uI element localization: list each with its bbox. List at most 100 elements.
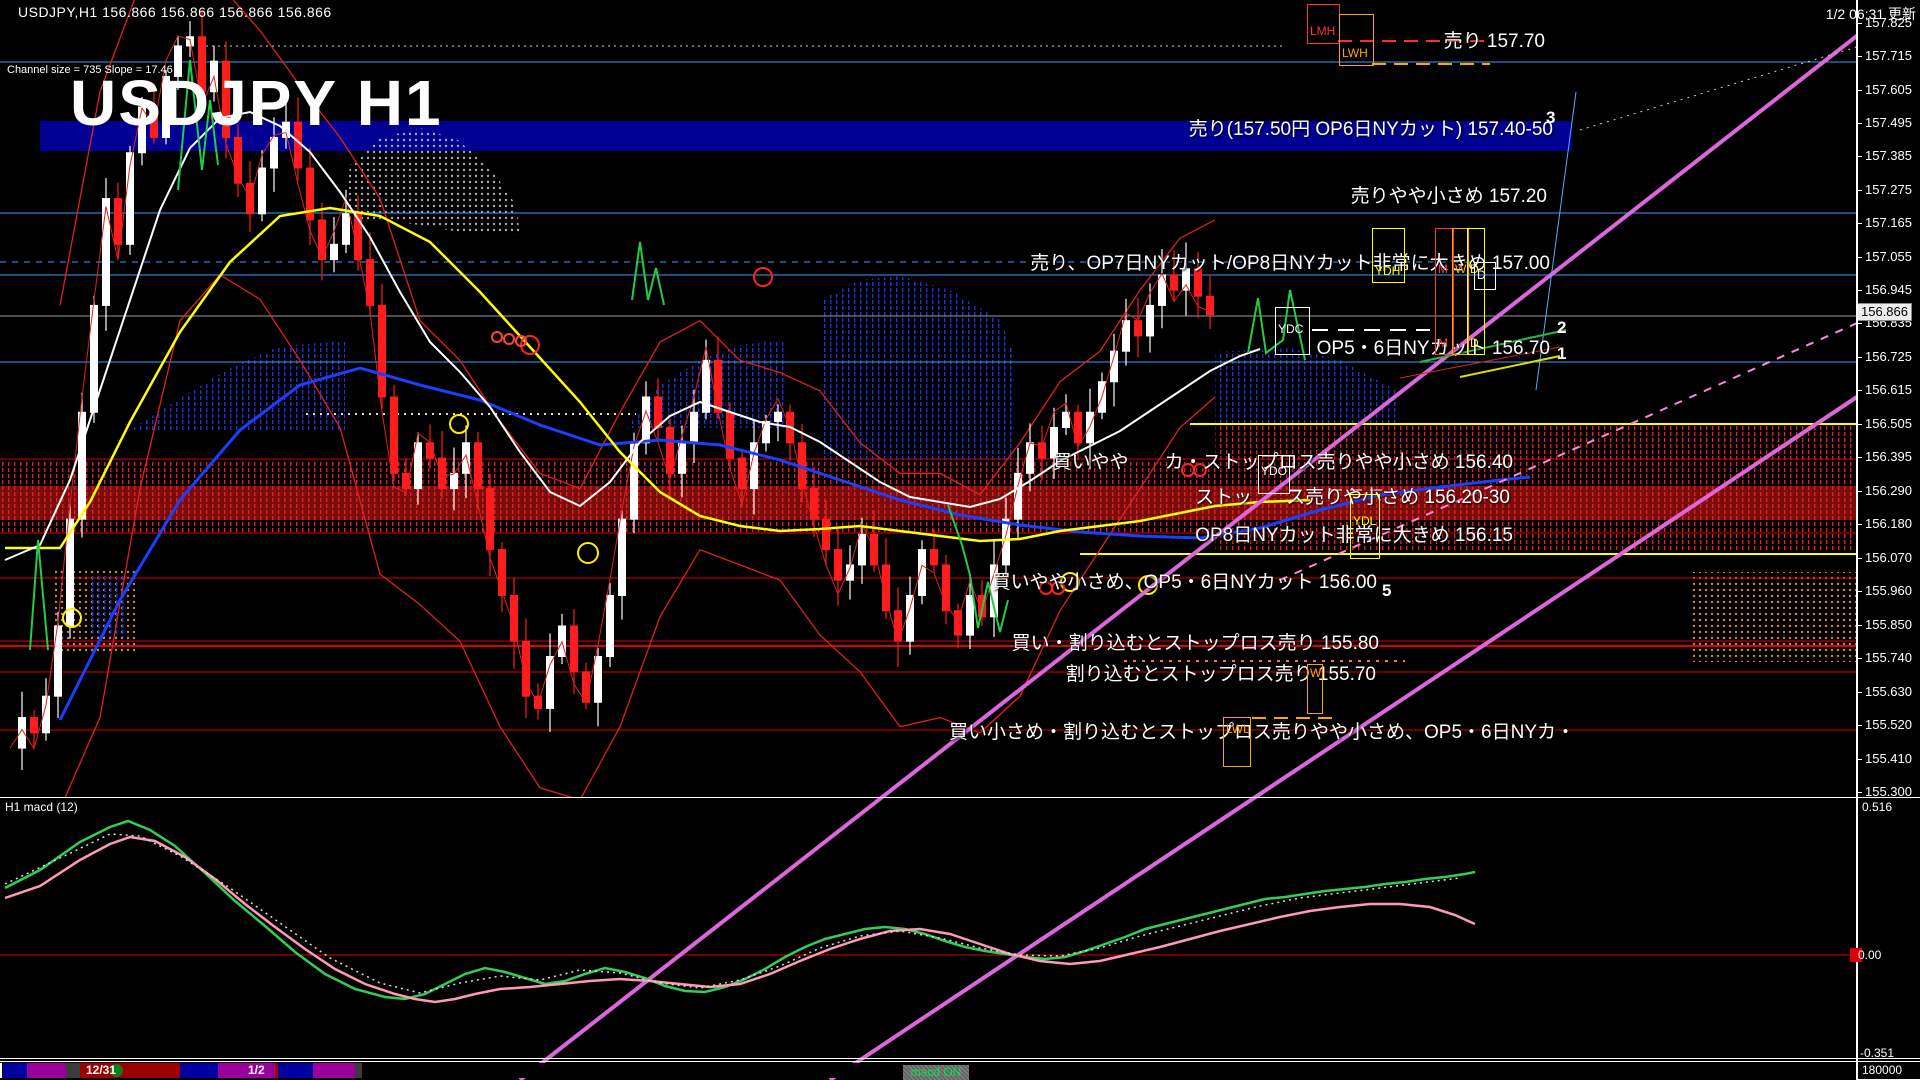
annotation-8: 買いやや小さめ、OP5・6日NYカット 156.00: [992, 567, 1377, 594]
candle-body: [1135, 321, 1142, 336]
candle-body: [343, 214, 350, 245]
candle-body: [475, 443, 482, 489]
timeline-segment[interactable]: [278, 1063, 313, 1078]
axis-label: 155.520: [1856, 717, 1912, 732]
candle-body: [31, 718, 38, 733]
axis-border: [1856, 0, 1858, 1080]
timeline-segment[interactable]: [180, 1063, 218, 1078]
annotation-text: ストッ: [1195, 487, 1252, 508]
timeline-segment[interactable]: [66, 1063, 80, 1078]
axis-label: 157.715: [1856, 48, 1912, 63]
axis-label: 156.615: [1856, 382, 1912, 397]
candle-body: [1087, 412, 1094, 443]
candle-body: [907, 595, 914, 641]
candle-body: [1207, 296, 1214, 314]
watermark: USDJPY H1: [70, 66, 443, 140]
axis-label: 155.740: [1856, 650, 1912, 665]
annotation-text: 買い・割り込むとストップロス売り 155.80: [1012, 633, 1379, 654]
timeline-segment[interactable]: [313, 1063, 355, 1078]
macd-zero-value: 0.00: [1858, 948, 1881, 962]
date-label: 12/31: [86, 1063, 116, 1078]
axis-label: 157.165: [1856, 215, 1912, 230]
timeline-segment[interactable]: [27, 1063, 66, 1078]
sequence-label: 2: [1557, 318, 1566, 338]
annotation-text: OP5・6日NYカット 156.70: [1317, 338, 1550, 359]
candle-body: [583, 672, 590, 703]
candle-body: [859, 534, 866, 565]
axis-label: 157.495: [1856, 115, 1912, 130]
timeline-segment[interactable]: [3, 1063, 27, 1078]
chart-canvas[interactable]: [0, 0, 1920, 1080]
macd-toggle-button[interactable]: macd ON: [903, 1065, 969, 1080]
annotation-text: 売り 157.70: [1444, 31, 1545, 52]
sequence-label: 3: [1546, 108, 1555, 128]
axis-label: 156.180: [1856, 516, 1912, 531]
axis-label: 157.275: [1856, 182, 1912, 197]
marker-label: YDC: [1278, 322, 1303, 336]
marker-label: YDO: [1261, 464, 1287, 478]
marker-label: W: [1455, 262, 1466, 276]
marker-label: M: [1438, 336, 1448, 350]
candle-body: [943, 565, 950, 611]
macd-indicator-label: H1 macd (12): [5, 800, 78, 814]
annotation-text: 売りやや小さめ 157.20: [1351, 186, 1547, 207]
candle-body: [391, 397, 398, 473]
axis-label: 157.825: [1856, 15, 1912, 30]
candle-body: [835, 550, 842, 581]
date-label: 1/2: [248, 1063, 265, 1078]
marker-label: LWH: [1342, 46, 1368, 60]
candle-body: [415, 443, 422, 489]
axis-label: 157.605: [1856, 82, 1912, 97]
trading-chart-window: USDJPY,H1 156.866 156.866 156.866 156.86…: [0, 0, 1920, 1080]
candle-body: [691, 412, 698, 443]
axis-label: 156.070: [1856, 550, 1912, 565]
candle-body: [619, 519, 626, 595]
annotation-0: 売り 157.70: [1444, 26, 1545, 53]
annotation-text: 割り込むとストップロス売り 155.70: [1066, 664, 1376, 685]
signal-ring: [578, 543, 598, 563]
candle-body: [811, 489, 818, 520]
candle-body: [571, 626, 578, 672]
panel-divider[interactable]: [0, 797, 1920, 798]
axis-label: 156.725: [1856, 349, 1912, 364]
timeline-segment[interactable]: [355, 1063, 362, 1078]
marker-label: LWL: [1226, 722, 1250, 736]
candle-body: [1063, 412, 1070, 427]
candle-body: [439, 458, 446, 489]
candle-body: [739, 458, 746, 489]
axis-label: 157.055: [1856, 249, 1912, 264]
axis-label: 156.505: [1856, 416, 1912, 431]
annotation-10: 割り込むとストップロス売り 155.70: [1066, 659, 1376, 686]
zigzag-line: [30, 540, 48, 650]
marker-label: YDL: [1353, 514, 1376, 528]
axis-label: 155.960: [1856, 583, 1912, 598]
volume-value: 180000: [1857, 1061, 1920, 1080]
axis-label: 156.945: [1856, 282, 1912, 297]
marker-label: D: [1470, 336, 1479, 350]
candle-body: [499, 550, 506, 596]
sequence-label: 1: [1557, 344, 1566, 364]
macd-signal-line: [5, 837, 1475, 1002]
panel-border-bottom: [0, 1061, 1920, 1062]
marker-label: W: [1310, 666, 1321, 680]
axis-label: 157.385: [1856, 148, 1912, 163]
signal-ring: [450, 415, 468, 433]
candle-body: [967, 595, 974, 635]
axis-label: 156.290: [1856, 483, 1912, 498]
axis-label: 156.395: [1856, 449, 1912, 464]
ichimoku-cloud: [130, 341, 345, 432]
candle-body: [955, 611, 962, 635]
annotation-text: 買いやや: [1053, 452, 1129, 473]
ichimoku-cloud: [820, 276, 1016, 465]
timeline-segment[interactable]: [218, 1063, 275, 1078]
candle-body: [655, 397, 662, 428]
annotation-1: 売り(157.50円 OP6日NYカット) 157.40-50: [1189, 114, 1553, 141]
macd-lower-value: -0.351: [1860, 1046, 1894, 1060]
candle-body: [487, 489, 494, 550]
annotation-2: 売りやや小さめ 157.20: [1351, 181, 1547, 208]
candle-body: [1171, 275, 1178, 290]
candle-body: [319, 220, 326, 260]
timeline-left-edge: [0, 1063, 2, 1078]
candle-body: [103, 199, 110, 306]
zigzag-line: [632, 242, 664, 305]
